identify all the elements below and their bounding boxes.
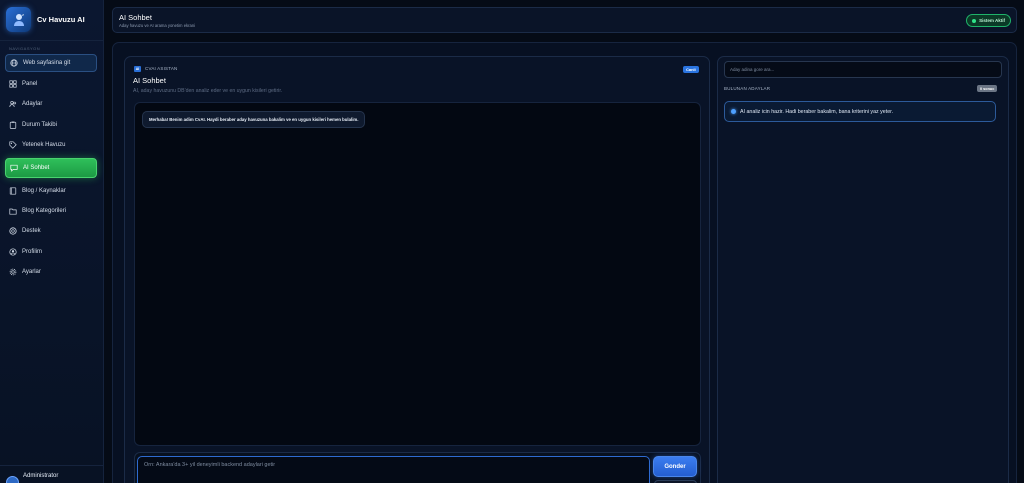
sidebar-item-label: Ayarlar [22, 269, 41, 275]
sidebar: Cv Havuzu AI NAVIGASYON Web sayfasina gi… [0, 0, 104, 483]
sidebar-item-label: Yetenek Havuzu [22, 142, 66, 148]
sidebar-item-profilim[interactable]: Profilim [5, 243, 97, 261]
chat-eyebrow: CVAI ASISTAN [145, 66, 178, 71]
found-candidates-label: BULUNAN ADAYLAR [724, 86, 771, 91]
divider [0, 40, 104, 41]
brand-title: Cv Havuzu AI [37, 15, 85, 24]
chat-icon [10, 164, 18, 172]
sidebar-item-yetenek-havuzu[interactable]: Yetenek Havuzu [5, 136, 97, 154]
result-count-badge: 0 sonuc [977, 85, 998, 92]
chat-description: AI, aday havuzunu DB'den analiz eder ve … [133, 88, 283, 94]
ai-ready-text: AI analiz icin hazir. Hadi beraber bakal… [740, 108, 894, 115]
sidebar-item-label: Destek [22, 228, 41, 234]
sidebar-item-label: Blog Kategorileri [22, 208, 67, 214]
sidebar-item-label: Blog / Kaynaklar [22, 188, 66, 194]
status-dot-icon [972, 18, 977, 23]
brand[interactable]: Cv Havuzu AI [6, 7, 85, 32]
ai-ready-card: AI analiz icin hazir. Hadi beraber bakal… [724, 101, 996, 122]
globe-icon [10, 59, 18, 67]
sidebar-item-adaylar[interactable]: Adaylar [5, 95, 97, 113]
user-name: Administrator [23, 473, 59, 479]
brand-logo-icon [6, 7, 31, 32]
divider [0, 465, 104, 466]
page-header: AI Sohbet Aday havuzu ve AI arama yoneti… [112, 7, 1017, 33]
sidebar-item-label: Panel [22, 81, 38, 87]
users-icon [9, 100, 17, 108]
sidebar-item-panel[interactable]: Panel [5, 75, 97, 93]
sidebar-item-ayarlar[interactable]: Ayarlar [5, 263, 97, 281]
sidebar-item-web[interactable]: Web sayfasina git [5, 54, 97, 72]
page-title: AI Sohbet [119, 13, 152, 22]
lifebuoy-icon [9, 227, 17, 235]
gear-icon [9, 268, 17, 276]
info-dot-icon [731, 109, 736, 114]
folder-icon [9, 207, 17, 215]
sidebar-item-ai-sohbet[interactable]: AI Sohbet [5, 158, 97, 178]
chat-title: AI Sohbet [133, 76, 166, 85]
status-badge: Sistem Aktif [966, 14, 1011, 27]
sidebar-item-label: Durum Takibi [22, 122, 57, 128]
page-subtitle: Aday havuzu ve AI arama yonetim ekrani [119, 23, 196, 28]
live-badge: Canli [683, 66, 699, 73]
tag-icon [9, 141, 17, 149]
sidebar-item-label: AI Sohbet [23, 165, 50, 171]
message-list[interactable]: Merhaba! Benim adim CvAI. Haydi beraber … [134, 102, 701, 446]
assistant-message: Merhaba! Benim adim CvAI. Haydi beraber … [142, 111, 366, 128]
sidebar-item-blog-kategorileri[interactable]: Blog Kategorileri [5, 202, 97, 220]
book-icon [9, 187, 17, 195]
candidate-search-input[interactable] [724, 61, 1002, 78]
chat-input[interactable] [137, 456, 650, 483]
sidebar-item-blog-kaynaklar[interactable]: Blog / Kaynaklar [5, 182, 97, 200]
clipboard-icon [9, 121, 17, 129]
app-root: Cv Havuzu AI NAVIGASYON Web sayfasina gi… [0, 0, 1024, 483]
user-icon [9, 248, 17, 256]
sidebar-item-label: Adaylar [22, 101, 43, 107]
status-text: Sistem Aktif [979, 18, 1005, 23]
nav-section-heading: NAVIGASYON [9, 46, 41, 51]
sidebar-item-destek[interactable]: Destek [5, 222, 97, 240]
sidebar-item-durum-takibi[interactable]: Durum Takibi [5, 116, 97, 134]
grid-icon [9, 80, 17, 88]
send-button[interactable]: Gonder [653, 456, 697, 477]
avatar[interactable] [6, 476, 19, 483]
sidebar-item-label: Profilim [22, 249, 43, 255]
ai-badge-icon: AI [134, 66, 141, 72]
sidebar-item-label: Web sayfasina git [23, 60, 71, 66]
